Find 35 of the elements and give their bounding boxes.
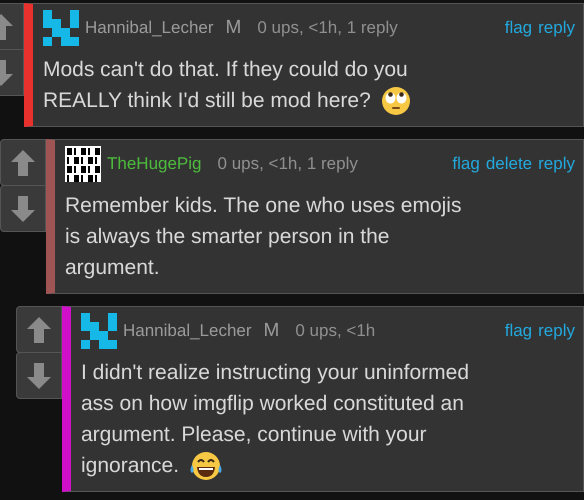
comment-text-line: ignorance. (81, 453, 180, 479)
action-link[interactable]: reply (538, 321, 575, 341)
action-link[interactable]: flag (504, 321, 532, 341)
mod-label: M (226, 17, 242, 39)
comment-text-line: is always the smarter person in the (65, 224, 390, 250)
action-link[interactable]: reply (538, 154, 575, 174)
username-link[interactable]: TheHugePig (107, 154, 202, 174)
down-arrow-icon (27, 362, 51, 388)
up-arrow-icon (11, 150, 35, 176)
username-link[interactable]: Hannibal_Lecher (123, 321, 252, 341)
action-link[interactable]: reply (538, 18, 575, 38)
comment-meta: 0 ups, <1h, 1 reply (257, 18, 398, 38)
rolling-eyes-emoji-icon (380, 86, 411, 116)
downvote-button[interactable] (16, 352, 62, 399)
action-link[interactable]: flag (504, 18, 532, 38)
up-arrow-icon (27, 316, 51, 342)
action-link[interactable]: flag (452, 154, 480, 174)
comment-meta: 0 ups, <1h, 1 reply (218, 154, 358, 174)
comment-text-line: argument. (65, 255, 160, 281)
comment-text-line: Mods can't do that. If they could do you (43, 57, 408, 83)
mod-label: M (264, 320, 280, 342)
down-arrow-icon (11, 196, 35, 222)
comment-text-line: ass on how imgflip worked constituted an (81, 391, 464, 417)
downvote-button[interactable] (0, 185, 46, 232)
username-link[interactable]: Hannibal_Lecher (85, 18, 214, 38)
comment-meta: 0 ups, <1h (295, 321, 376, 341)
upvote-button[interactable] (0, 139, 46, 186)
comment-text-line: argument. Please, continue with your (81, 422, 427, 448)
action-link[interactable]: delete (486, 154, 532, 174)
comment-text-line: REALLY think I'd still be mod here? (43, 88, 371, 114)
avatar-icon[interactable] (65, 146, 101, 182)
comment-text-line: I didn't realize instructing your uninformed (81, 360, 470, 386)
comment-text-line: Remember kids. The one who uses emojis (65, 193, 462, 219)
upvote-button[interactable] (16, 306, 62, 353)
laughing-tears-emoji-icon (189, 450, 224, 480)
